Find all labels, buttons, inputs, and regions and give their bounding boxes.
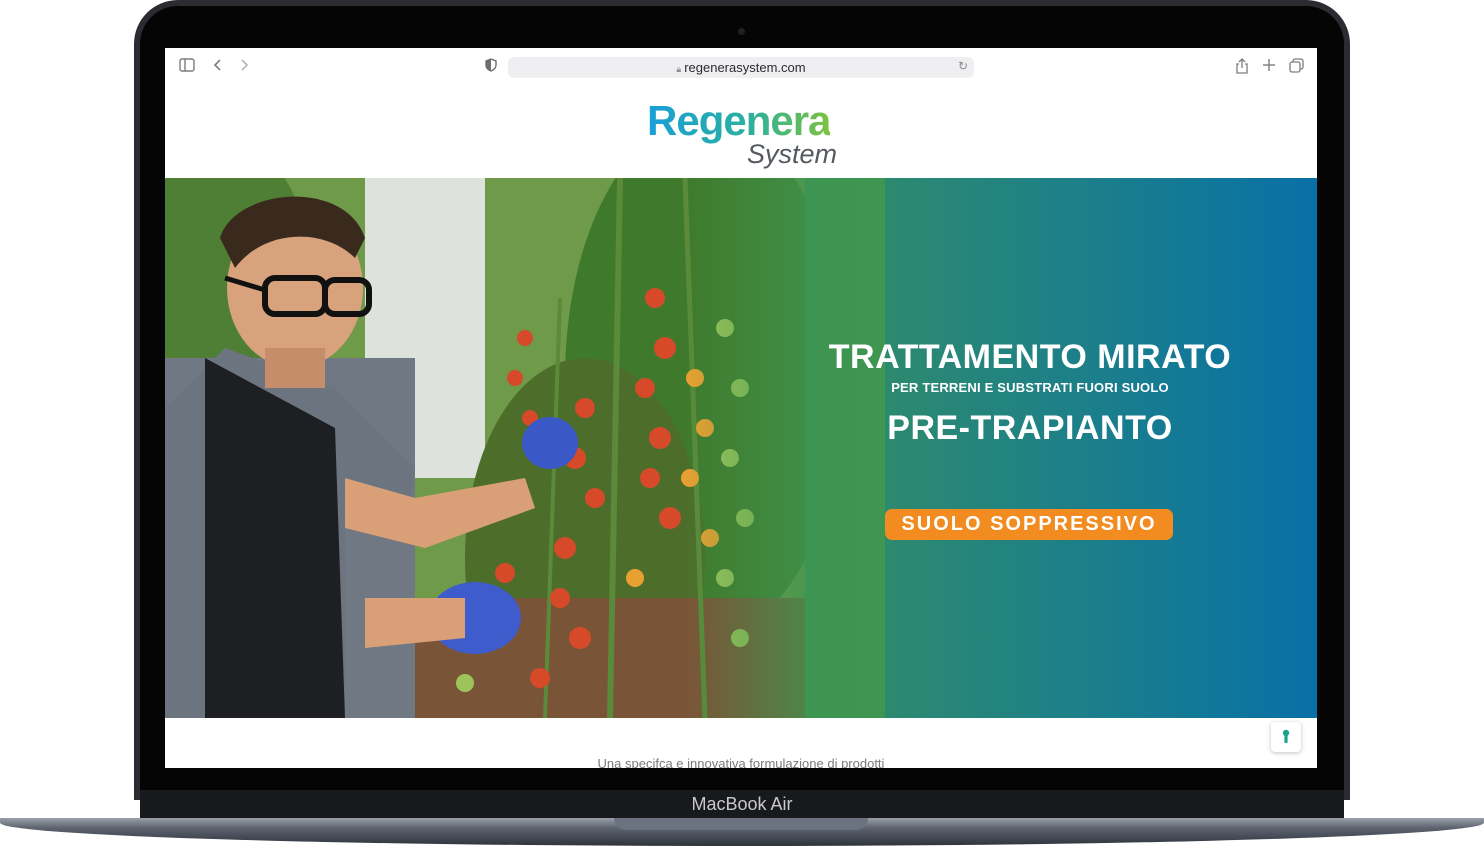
device-label: MacBook Air bbox=[691, 794, 793, 814]
reload-icon[interactable]: ↻ bbox=[958, 59, 968, 73]
hero-text-block: TRATTAMENTO MIRATO PER TERRENI E SUBSTRA… bbox=[785, 338, 1275, 448]
plus-icon[interactable] bbox=[1262, 58, 1276, 77]
hero-title-secondary: PRE-TRAPIANTO bbox=[887, 409, 1173, 447]
tabs-overview-icon[interactable] bbox=[1289, 58, 1304, 78]
chevron-left-icon[interactable] bbox=[213, 58, 223, 77]
site-header: Regenera System bbox=[165, 88, 1317, 178]
chevron-right-icon[interactable] bbox=[239, 58, 249, 77]
photo-gradient-overlay bbox=[685, 178, 885, 718]
hero-banner: TRATTAMENTO MIRATO PER TERRENI E SUBSTRA… bbox=[165, 178, 1317, 718]
laptop-notch bbox=[614, 818, 868, 830]
camera-icon bbox=[738, 28, 745, 35]
sidebar-icon[interactable] bbox=[179, 58, 195, 77]
hero-title: TRATTAMENTO MIRATO bbox=[828, 338, 1232, 376]
accessibility-button[interactable] bbox=[1271, 722, 1301, 752]
logo-tagline: System bbox=[747, 139, 838, 169]
keyhole-icon bbox=[1282, 729, 1290, 743]
browser-toolbar: 🔒︎ regenerasystem.com ↻ bbox=[165, 48, 1317, 88]
hero-subtitle: PER TERRENI E SUBSTRATI FUORI SUOLO bbox=[891, 380, 1169, 395]
regenera-logo[interactable]: Regenera System bbox=[645, 97, 845, 169]
laptop-screen: 🔒︎regenerasystem.com ↻ Regenera System bbox=[165, 48, 1317, 768]
suolo-soppressivo-button[interactable]: SUOLO SOPPRESSIVO bbox=[885, 509, 1173, 540]
intro-section: Una specifca e innovativa formulazione d… bbox=[165, 718, 1317, 768]
laptop-chin: MacBook Air bbox=[140, 790, 1344, 818]
intro-text: Una specifca e innovativa formulazione d… bbox=[597, 756, 885, 768]
logo-wordmark: Regenera bbox=[647, 97, 831, 144]
share-icon[interactable] bbox=[1235, 58, 1249, 79]
lock-icon: 🔒︎ bbox=[676, 64, 682, 74]
shield-icon[interactable] bbox=[485, 58, 497, 77]
address-bar[interactable]: 🔒︎ regenerasystem.com ↻ bbox=[508, 57, 974, 78]
url-text: regenerasystem.com bbox=[684, 60, 806, 75]
